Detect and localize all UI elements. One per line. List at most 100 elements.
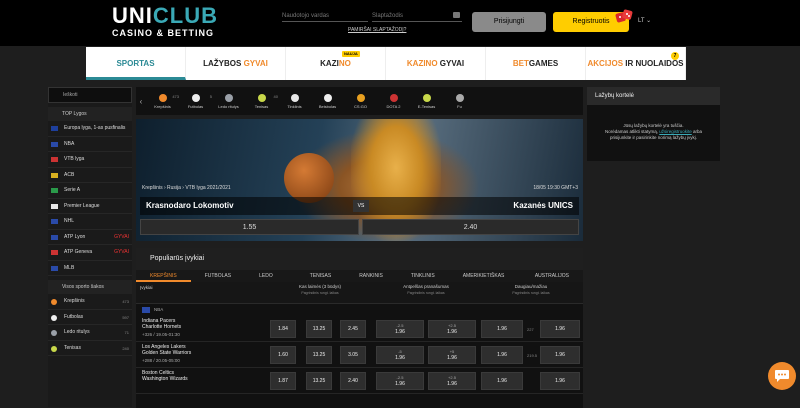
popular-events: Populiarūs įvykiai KREPŠINIS FUTBOLAS LEDO… <box>136 248 583 408</box>
tab-sport[interactable]: KREPŠINIS <box>136 270 191 282</box>
flag-icon <box>51 250 58 255</box>
odd-button-1[interactable]: 1.84 <box>270 320 296 338</box>
handicap-home-button[interactable]: -2.5 1.96 <box>376 372 424 390</box>
logo[interactable]: UNICLUB CASINO & BETTING <box>112 4 218 39</box>
odd-button-1[interactable]: 1.87 <box>270 372 296 390</box>
odd-button-2[interactable]: 2.40 <box>340 372 366 390</box>
chevron-left-icon[interactable]: ‹ <box>136 97 146 106</box>
bet-slip-text: arba <box>691 129 703 134</box>
language-selector[interactable]: LT ⌄ <box>638 17 651 24</box>
sport-count: 473 <box>122 299 129 304</box>
handicap-home-button[interactable]: -5 1.96 <box>376 346 424 364</box>
sport-icon <box>389 93 398 102</box>
sidebar-item-sport[interactable]: Ledo ritulys 71 <box>48 325 132 341</box>
sidebar-item-sport[interactable]: Tenisas 240 <box>48 341 132 356</box>
sport-carousel-item[interactable]: CS:GO <box>344 93 377 109</box>
header: UNICLUB CASINO & BETTING Naudotojo varda… <box>0 0 800 46</box>
tab-sport[interactable]: TENISAS <box>296 270 345 282</box>
handicap-home-button[interactable]: -2.5 1.96 <box>376 320 424 338</box>
sidebar-item-label: NBA <box>64 140 75 147</box>
sport-label: Tenisas <box>254 103 269 109</box>
nav-kazino[interactable]: KAZINO NAUJA <box>286 47 386 80</box>
sidebar-item-league[interactable]: ATP Geneva GYVAI <box>48 245 132 261</box>
tab-sport[interactable]: RANKINIS <box>345 270 397 282</box>
username-input[interactable]: Naudotojo vardas <box>282 11 368 22</box>
banner-teams: Krasnodaro Lokomotiv VS Kazanės UNICS <box>140 197 579 215</box>
sport-carousel-item[interactable]: Futbolas 5 <box>179 93 212 109</box>
odd-button-1[interactable]: 1.60 <box>270 346 296 364</box>
over-button[interactable]: 1.96 <box>481 372 523 390</box>
match-teams[interactable]: Indiana Pacers Charlotte Hornets <box>142 318 181 330</box>
odd-button-x[interactable]: 13.25 <box>306 346 332 364</box>
nav-lazybos-gyvai[interactable]: LAŽYBOS GYVAI <box>186 47 286 80</box>
sidebar-search-input[interactable]: Ieškoti <box>48 87 132 103</box>
nav-akcijos[interactable]: AKCIJOS IR NUOLAIDOS 7 <box>586 47 686 80</box>
sidebar-item-league[interactable]: NHL <box>48 214 132 230</box>
match-teams[interactable]: Boston Celtics Washington Wizards <box>142 370 188 382</box>
match-teams[interactable]: Los Angeles Lakers Golden State Warriors <box>142 344 191 356</box>
nav-label: KAZI <box>320 59 339 68</box>
login-button[interactable]: Prisijungti <box>472 12 546 32</box>
sport-carousel-item[interactable]: Fu <box>443 93 476 109</box>
sidebar-item-label: NHL <box>64 218 75 224</box>
nav-betgames[interactable]: BETGAMES <box>486 47 586 80</box>
odd-button-x[interactable]: 13.25 <box>306 320 332 338</box>
password-input[interactable]: Slaptažodis <box>372 11 462 22</box>
under-button[interactable]: 1.96 <box>540 372 580 390</box>
tab-sport[interactable]: AMERIKIETIŠKAS FUTBOLAS <box>449 270 521 291</box>
odd-button-2[interactable]: 3.05 <box>340 346 366 364</box>
flag-icon <box>51 188 58 193</box>
tab-sport[interactable]: FUTBOLAS <box>191 270 245 282</box>
odd-home-button[interactable]: 1.55 <box>140 219 359 235</box>
forgot-password-link[interactable]: PAMIRŠAI SLAPTAŽODĮ? <box>348 27 406 33</box>
sidebar-item-league[interactable]: VTB lyga <box>48 152 132 168</box>
col-1x2-sub: Pagrindinis rungt. laikas <box>301 291 339 295</box>
under-button[interactable]: 219.5 1.96 <box>527 346 580 364</box>
flag-icon <box>51 265 58 271</box>
over-button[interactable]: 1.96 <box>481 346 523 364</box>
odd-away-button[interactable]: 2.40 <box>362 219 579 235</box>
sport-carousel-item[interactable]: DOTA 2 <box>377 93 410 109</box>
sport-carousel-item[interactable]: Tinklinis <box>278 93 311 109</box>
sidebar-item-league[interactable]: Serie A <box>48 183 132 199</box>
handicap-away-button[interactable]: +2.5 1.96 <box>428 372 476 390</box>
sport-carousel-item[interactable]: Tenisas 40 <box>245 93 278 109</box>
sport-carousel-item[interactable]: Ledo ritulys <box>212 93 245 109</box>
sidebar-item-league[interactable]: Europa lyga, 1-as pusfinalis <box>48 121 132 137</box>
featured-banner[interactable]: Krepšinis › Rusija › VTB lyga 2021/2021 … <box>136 119 583 241</box>
logo-subtitle: CASINO & BETTING <box>112 28 215 38</box>
tab-sport[interactable]: AUSTRALIJOS <box>521 270 583 282</box>
match-meta: +326 / 19.05-01:30 <box>142 332 180 337</box>
handicap-away-button[interactable]: +5 1.96 <box>428 346 476 364</box>
sidebar-item-league[interactable]: ATP Lyon GYVAI <box>48 230 132 245</box>
chat-button[interactable] <box>768 362 796 390</box>
nav-kazino-gyvai[interactable]: KAZINO GYVAI <box>386 47 486 80</box>
bet-slip: Lažybų kortelė Jūsų lažybų kortelė yra t… <box>587 87 720 161</box>
sports-carousel: ‹ Krepšinis 473 Futbolas 5 Ledo ritulys Tenis… <box>136 87 583 115</box>
sidebar-item-league[interactable]: MLB <box>48 261 132 276</box>
odd-button-2[interactable]: 2.45 <box>340 320 366 338</box>
odd-button-x[interactable]: 13.25 <box>306 372 332 390</box>
tab-sport[interactable]: LEDO RITULYS <box>245 270 296 291</box>
handicap-away-button[interactable]: +2.5 1.96 <box>428 320 476 338</box>
nav-label: GYVAI <box>439 59 465 68</box>
sport-carousel-item[interactable]: Beisbolas <box>311 93 344 109</box>
sidebar-item-sport[interactable]: Krepšinis 473 <box>48 294 132 310</box>
sidebar-item-league[interactable]: Premier League <box>48 199 132 214</box>
keyboard-icon[interactable] <box>453 12 460 18</box>
sport-carousel-item[interactable]: Krepšinis 473 <box>146 93 179 109</box>
under-button[interactable]: 227 1.96 <box>527 320 580 338</box>
top-leagues-title: TOP Lygos <box>48 107 132 121</box>
sidebar-item-league[interactable]: NBA <box>48 137 132 152</box>
over-button[interactable]: 1.96 <box>481 320 523 338</box>
sidebar-item-league[interactable]: ACB <box>48 168 132 183</box>
sidebar-item-sport[interactable]: Futbolas 597 <box>48 310 132 325</box>
sport-icon <box>257 93 266 102</box>
sport-carousel-item[interactable]: E-Tenisas <box>410 93 443 109</box>
nav-sportas[interactable]: SPORTAS <box>86 47 186 80</box>
chevron-down-icon: ⌄ <box>646 18 652 24</box>
handicap-odd: 1.96 <box>395 355 405 361</box>
register-link[interactable]: užsiregistruokite <box>659 129 692 134</box>
tab-sport[interactable]: TINKLINIS <box>397 270 449 282</box>
vs-badge: VS <box>353 200 369 212</box>
